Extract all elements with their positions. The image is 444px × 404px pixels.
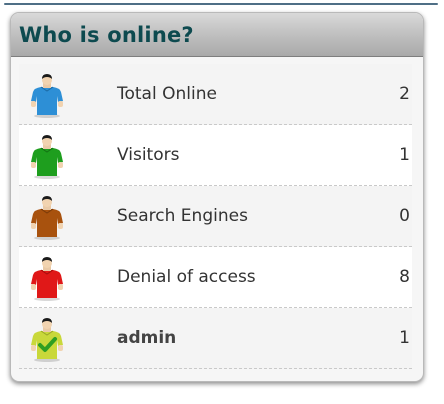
row-count: 1 bbox=[399, 145, 410, 165]
user-admin-check-icon bbox=[31, 318, 63, 362]
list-item-search-engines: Search Engines 0 bbox=[19, 186, 412, 247]
top-border-strip bbox=[4, 3, 438, 5]
list-item-total-online: Total Online 2 bbox=[19, 64, 412, 125]
who-is-online-widget: Who is online? Total Online 2 Visitors 1… bbox=[10, 12, 424, 382]
row-count: 8 bbox=[399, 267, 410, 287]
list-item-admin: admin 1 bbox=[19, 308, 412, 369]
row-count: 2 bbox=[399, 84, 410, 104]
row-count: 1 bbox=[399, 328, 410, 348]
row-label: Search Engines bbox=[117, 206, 248, 226]
list-item-visitors: Visitors 1 bbox=[19, 125, 412, 186]
widget-header: Who is online? bbox=[11, 13, 423, 57]
user-red-icon bbox=[31, 257, 63, 301]
user-blue-icon bbox=[31, 74, 63, 118]
row-label: Total Online bbox=[117, 84, 217, 104]
list-item-denial-of-access: Denial of access 8 bbox=[19, 247, 412, 308]
row-label[interactable]: admin bbox=[117, 308, 176, 369]
row-label: Denial of access bbox=[117, 267, 256, 287]
online-stats-list: Total Online 2 Visitors 1 Search Engines… bbox=[19, 64, 412, 369]
user-brown-icon bbox=[31, 196, 63, 240]
row-count: 0 bbox=[399, 206, 410, 226]
row-label: Visitors bbox=[117, 145, 180, 165]
widget-title: Who is online? bbox=[19, 22, 194, 47]
user-green-icon bbox=[31, 135, 63, 179]
